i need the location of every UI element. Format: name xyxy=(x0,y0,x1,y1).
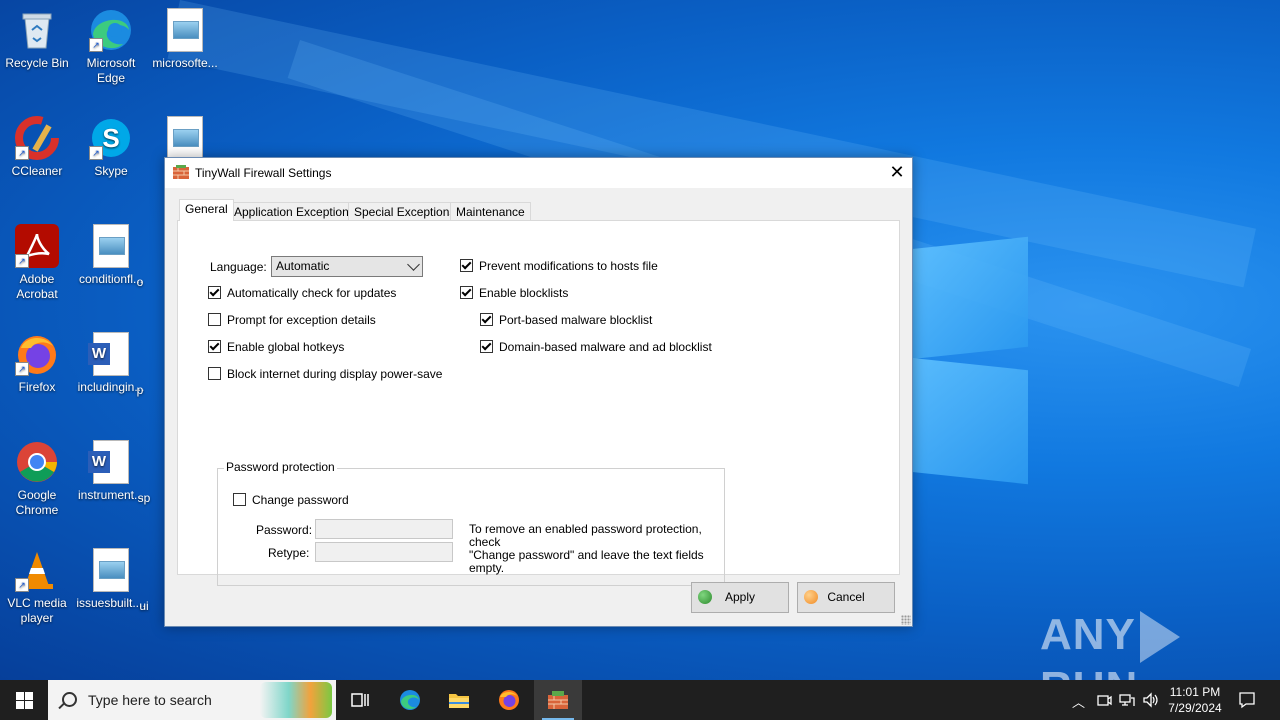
general-tab-page: Language: Automatic Automatically check … xyxy=(177,220,900,586)
word-document-icon: W xyxy=(88,440,133,484)
edge-icon: ↗ xyxy=(89,8,133,52)
shortcut-arrow-icon: ↗ xyxy=(15,362,29,376)
close-icon: ✕ xyxy=(889,162,905,182)
shortcut-arrow-icon: ↗ xyxy=(89,38,103,52)
desktop-icon-firefox[interactable]: ↗ Firefox xyxy=(1,332,73,395)
password-note: To remove an enabled password protection… xyxy=(469,522,704,575)
image-file-icon xyxy=(89,548,133,592)
search-highlight-image xyxy=(260,682,332,718)
tinywall-app-icon xyxy=(173,165,189,179)
tab-general[interactable]: General xyxy=(179,199,234,221)
firefox-icon xyxy=(499,690,519,710)
clock-time: 11:01 PM xyxy=(1169,685,1221,699)
word-document-icon: W xyxy=(88,332,133,376)
checkbox-box xyxy=(208,340,221,353)
search-icon xyxy=(62,692,77,707)
ccleaner-icon: ↗ xyxy=(15,116,59,160)
retype-label: Retype: xyxy=(268,546,310,560)
desktop-icon-skype[interactable]: S ↗ Skype xyxy=(75,116,147,179)
volume-icon[interactable] xyxy=(1142,692,1160,708)
desktop-icon-ui[interactable]: ui xyxy=(124,599,164,614)
password-group-title: Password protection xyxy=(224,460,337,474)
desktop-icon-sp[interactable]: sp xyxy=(124,491,164,506)
apply-button[interactable]: Apply xyxy=(691,582,789,613)
checkbox-box xyxy=(208,367,221,380)
checkbox-box xyxy=(460,286,473,299)
taskbar-clock[interactable]: 11:01 PM 7/29/2024 xyxy=(1160,684,1230,716)
task-view-button[interactable] xyxy=(336,680,384,720)
shortcut-arrow-icon: ↗ xyxy=(15,254,29,268)
tinywall-app-icon xyxy=(548,691,568,709)
desktop-icon-vlc[interactable]: ↗ VLC media player xyxy=(1,548,73,626)
close-button[interactable]: ✕ xyxy=(882,158,912,188)
image-file-icon xyxy=(89,224,133,268)
search-placeholder: Type here to search xyxy=(88,692,212,708)
tab-special-exceptions[interactable]: Special Exceptions xyxy=(348,202,462,221)
checkbox-box xyxy=(208,313,221,326)
checkbox-box xyxy=(480,313,493,326)
task-view-icon xyxy=(351,693,369,707)
start-button[interactable] xyxy=(0,680,48,720)
desktop-icon-p[interactable]: p xyxy=(120,383,160,398)
edge-icon xyxy=(400,690,420,710)
shortcut-arrow-icon: ↗ xyxy=(15,146,29,160)
anyrun-watermark: ANYRUN xyxy=(1040,610,1280,712)
tab-maintenance[interactable]: Maintenance xyxy=(450,202,531,221)
cancel-button[interactable]: Cancel xyxy=(797,582,895,613)
svg-text:S: S xyxy=(102,123,119,153)
checkbox-box xyxy=(460,259,473,272)
taskbar-tinywall[interactable] xyxy=(534,680,582,720)
shortcut-arrow-icon: ↗ xyxy=(15,578,29,592)
chevron-up-icon[interactable]: ︿ xyxy=(1072,692,1085,711)
desktop-icon-google-chrome[interactable]: Google Chrome xyxy=(1,440,73,518)
google-chrome-icon xyxy=(15,440,59,484)
desktop-icon-recycle-bin[interactable]: Recycle Bin xyxy=(1,8,73,71)
language-value: Automatic xyxy=(276,259,330,273)
play-triangle-icon xyxy=(1139,611,1180,664)
clock-date: 7/29/2024 xyxy=(1168,701,1222,715)
password-field[interactable] xyxy=(315,519,453,539)
firefox-icon: ↗ xyxy=(15,332,59,376)
image-file-icon xyxy=(163,8,207,52)
checkbox-box xyxy=(208,286,221,299)
taskbar-search[interactable]: Type here to search xyxy=(48,680,336,720)
recycle-bin-icon xyxy=(15,8,59,52)
skype-icon: S ↗ xyxy=(89,116,133,160)
retype-field[interactable] xyxy=(315,542,453,562)
image-file-icon xyxy=(163,116,207,160)
password-label: Password: xyxy=(256,523,313,537)
language-label: Language: xyxy=(210,260,267,274)
resize-grip[interactable] xyxy=(901,615,911,625)
password-protection-group: Password protection Change password Pass… xyxy=(217,460,725,586)
checkbox-box xyxy=(233,493,246,506)
network-icon[interactable] xyxy=(1119,692,1135,708)
language-select[interactable]: Automatic xyxy=(271,256,423,277)
tinywall-settings-dialog: TinyWall Firewall Settings ✕ General App… xyxy=(164,157,913,627)
tab-application-exceptions[interactable]: Application Exceptions xyxy=(228,202,361,221)
desktop-icon-adobe-acrobat[interactable]: ↗ Adobe Acrobat xyxy=(1,224,73,302)
checkbox-box xyxy=(480,340,493,353)
desktop-icon-o[interactable]: o xyxy=(120,275,160,290)
taskbar: Type here to search ︿ 11:01 PM 7/29/2024 xyxy=(0,680,1280,720)
desktop-icon-microsoft-edge[interactable]: ↗ Microsoft Edge xyxy=(75,8,147,86)
dialog-title: TinyWall Firewall Settings xyxy=(195,166,332,180)
taskbar-file-explorer[interactable] xyxy=(435,680,483,720)
folder-icon xyxy=(449,694,469,708)
chevron-down-icon xyxy=(407,258,420,271)
desktop-icon-microsofte[interactable]: microsofte... xyxy=(149,8,221,71)
dialog-titlebar[interactable]: TinyWall Firewall Settings ✕ xyxy=(165,158,912,188)
vlc-cone-icon: ↗ xyxy=(15,548,59,592)
adobe-acrobat-icon: ↗ xyxy=(15,224,59,268)
meet-now-icon[interactable] xyxy=(1096,692,1112,708)
shortcut-arrow-icon: ↗ xyxy=(89,146,103,160)
taskbar-firefox[interactable] xyxy=(485,680,533,720)
desktop-icon-ccleaner[interactable]: ↗ CCleaner xyxy=(1,116,73,179)
notification-center-icon[interactable] xyxy=(1238,691,1256,709)
taskbar-edge[interactable] xyxy=(386,680,434,720)
